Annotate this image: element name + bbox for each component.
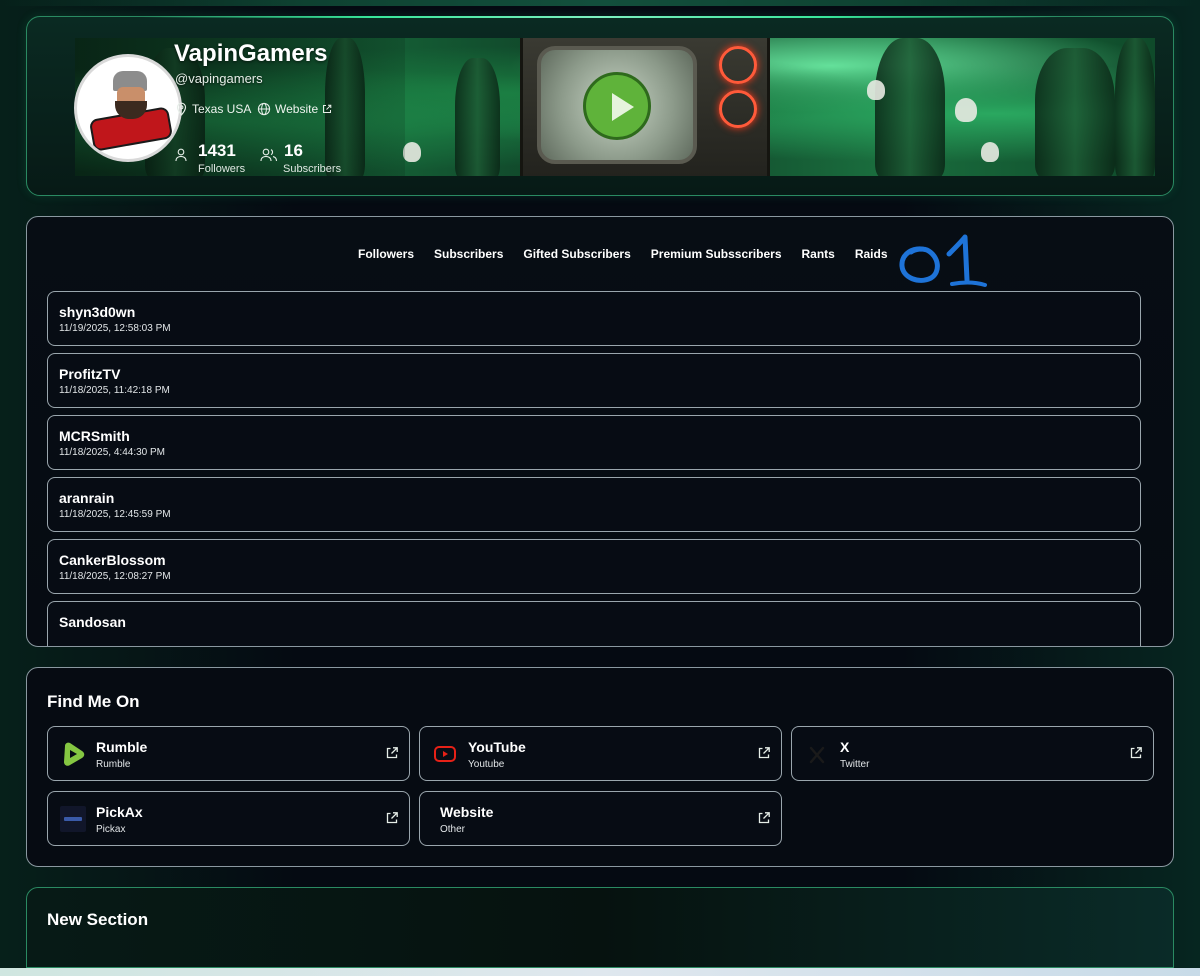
link-pickax[interactable]: PickAx Pickax [47,791,410,846]
list-item-name: shyn3d0wn [59,304,136,320]
list-item-time: 11/18/2025, 4:44:30 PM [59,447,166,458]
pickax-icon [60,806,86,832]
bottom-strip [0,968,1200,976]
tab-followers[interactable]: Followers [358,247,414,261]
followers-icon [175,148,187,162]
new-section-title: New Section [47,910,149,929]
list-item-time: 11/18/2025, 12:08:27 PM [59,571,171,582]
play-icon [583,72,651,140]
channel-name: VapinGamers [174,40,328,67]
link-name: YouTube [468,739,526,755]
list-item-name: ProfitzTV [59,366,121,382]
tab-subscribers[interactable]: Subscribers [434,247,503,261]
tab-bar: Followers Subscribers Gifted Subscribers… [358,247,888,261]
subscribers-count: 16 [284,141,303,160]
external-link-icon [758,812,770,824]
followers-label: Followers [198,163,246,175]
list-item-name: CankerBlossom [59,552,166,568]
list-item[interactable]: MCRSmith 11/18/2025, 4:44:30 PM [47,415,1141,470]
list-item[interactable]: shyn3d0wn 11/19/2025, 12:58:03 PM [47,291,1141,346]
list-item[interactable]: Sandosan [47,601,1141,646]
tab-gifted-subscribers[interactable]: Gifted Subscribers [523,247,630,261]
website-text: Website [275,102,319,116]
tv-illustration [520,38,770,176]
link-name: X [840,739,850,755]
activity-card: Followers Subscribers Gifted Subscribers… [26,216,1174,647]
external-link-icon [1130,747,1142,759]
link-type: Other [440,824,466,835]
website-link[interactable]: Website [257,102,332,116]
link-rumble[interactable]: Rumble Rumble [47,726,410,781]
youtube-icon [434,746,456,762]
channel-handle: @vapingamers [175,71,263,86]
link-name: Website [440,804,494,820]
external-link-icon [758,747,770,759]
link-type: Youtube [468,759,505,770]
new-section-card: New Section [26,887,1174,968]
external-link-icon [323,104,332,113]
avatar [74,54,182,162]
globe-icon [257,102,271,116]
location: Texas USA [175,102,251,116]
link-type: Pickax [96,824,126,835]
link-x[interactable]: X Twitter [791,726,1154,781]
link-type: Rumble [96,759,131,770]
list-item-time: 11/18/2025, 12:45:59 PM [59,509,171,520]
tab-raids[interactable]: Raids [855,247,888,261]
list-item-name: MCRSmith [59,428,130,444]
location-text: Texas USA [192,102,252,116]
tab-rants[interactable]: Rants [802,247,835,261]
link-type: Twitter [840,759,870,770]
handwritten-annotation: 01 [899,234,987,287]
list-item-time: 11/18/2025, 11:42:18 PM [59,385,170,396]
find-me-on-card: Find Me On Rumble Rumble YouTube Youtube… [26,667,1174,867]
list-item-name: Sandosan [59,614,126,630]
list-item[interactable]: ProfitzTV 11/18/2025, 11:42:18 PM [47,353,1141,408]
top-glow [0,0,1200,6]
tab-premium-subscribers[interactable]: Premium Subsscribers [651,247,782,261]
link-youtube[interactable]: YouTube Youtube [419,726,782,781]
location-pin-icon [176,102,187,116]
external-link-icon [386,812,398,824]
follower-list[interactable]: shyn3d0wn 11/19/2025, 12:58:03 PM Profit… [47,291,1141,646]
link-name: PickAx [96,804,143,820]
followers-count: 1431 [198,141,236,160]
subscribers-icon [260,148,278,162]
list-item[interactable]: CankerBlossom 11/18/2025, 12:08:27 PM [47,539,1141,594]
external-link-icon [386,747,398,759]
rumble-icon [64,742,85,766]
list-item-time: 11/19/2025, 12:58:03 PM [59,323,171,334]
find-me-on-title: Find Me On [47,692,140,711]
subscribers-label: Subscribers [283,163,342,175]
list-item-name: aranrain [59,490,115,506]
x-icon [809,746,825,764]
list-item[interactable]: aranrain 11/18/2025, 12:45:59 PM [47,477,1141,532]
link-website[interactable]: Website Other [419,791,782,846]
link-name: Rumble [96,739,148,755]
